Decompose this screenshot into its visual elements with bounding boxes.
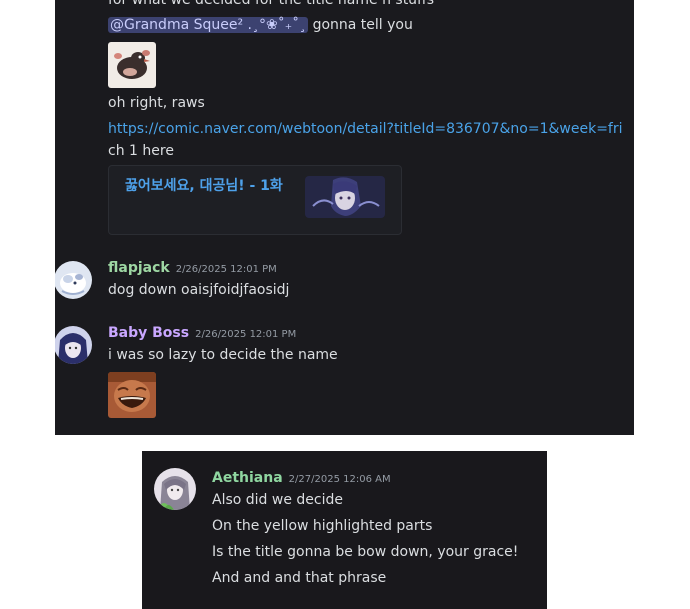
timestamp: 2/27/2025 12:06 AM <box>288 474 391 485</box>
chat-panel-upper: for what we decided for the title name n… <box>55 0 634 435</box>
timestamp: 2/26/2025 12:01 PM <box>175 264 277 275</box>
user-avatar-aethiana[interactable] <box>154 468 196 510</box>
user-avatar-flapjack[interactable] <box>55 261 92 299</box>
message-header-baby-boss: Baby Boss 2/26/2025 12:01 PM <box>108 324 296 344</box>
username-baby-boss[interactable]: Baby Boss <box>108 325 189 341</box>
message-text-raws: oh right, raws <box>108 95 205 111</box>
message-text-cut: for what we decided for the title name n… <box>108 0 434 8</box>
webtoon-link[interactable]: https://comic.naver.com/webtoon/detail?t… <box>108 120 623 138</box>
message-text: i was so lazy to decide the name <box>108 347 338 363</box>
link-embed[interactable]: 꿇어보세요, 대공님! - 1화 <box>108 165 402 235</box>
timestamp: 2/26/2025 12:01 PM <box>195 329 297 340</box>
bird-sticker-image[interactable] <box>108 42 156 88</box>
username-flapjack[interactable]: flapjack <box>108 260 170 276</box>
message-text-ch1: ch 1 here <box>108 143 174 159</box>
laughing-face-emoji-image[interactable] <box>108 372 156 418</box>
username-aethiana[interactable]: Aethiana <box>212 470 283 486</box>
message-text: dog down oaisjfoidjfaosidj <box>108 282 290 298</box>
message-line: On the yellow highlighted parts <box>212 518 433 534</box>
chat-panel-lower: Aethiana 2/27/2025 12:06 AM Also did we d… <box>142 451 547 609</box>
message-header-flapjack: flapjack 2/26/2025 12:01 PM <box>108 259 277 279</box>
embed-thumbnail-image[interactable] <box>305 176 385 218</box>
mention-suffix-text: gonna tell you <box>308 17 413 33</box>
user-mention[interactable]: @Grandma Squee² .¸°❀˚₊˚¸ <box>108 17 309 33</box>
message-header-aethiana: Aethiana 2/27/2025 12:06 AM <box>212 469 391 489</box>
message-line: And and and that phrase <box>212 570 387 586</box>
message-line: Is the title gonna be bow down, your gra… <box>212 544 519 560</box>
embed-title-link[interactable]: 꿇어보세요, 대공님! - 1화 <box>125 177 283 195</box>
message-line: Also did we decide <box>212 492 343 508</box>
message-mention-line: @Grandma Squee² .¸°❀˚₊˚¸ gonna tell you <box>108 16 413 34</box>
user-avatar-baby-boss[interactable] <box>55 326 92 364</box>
